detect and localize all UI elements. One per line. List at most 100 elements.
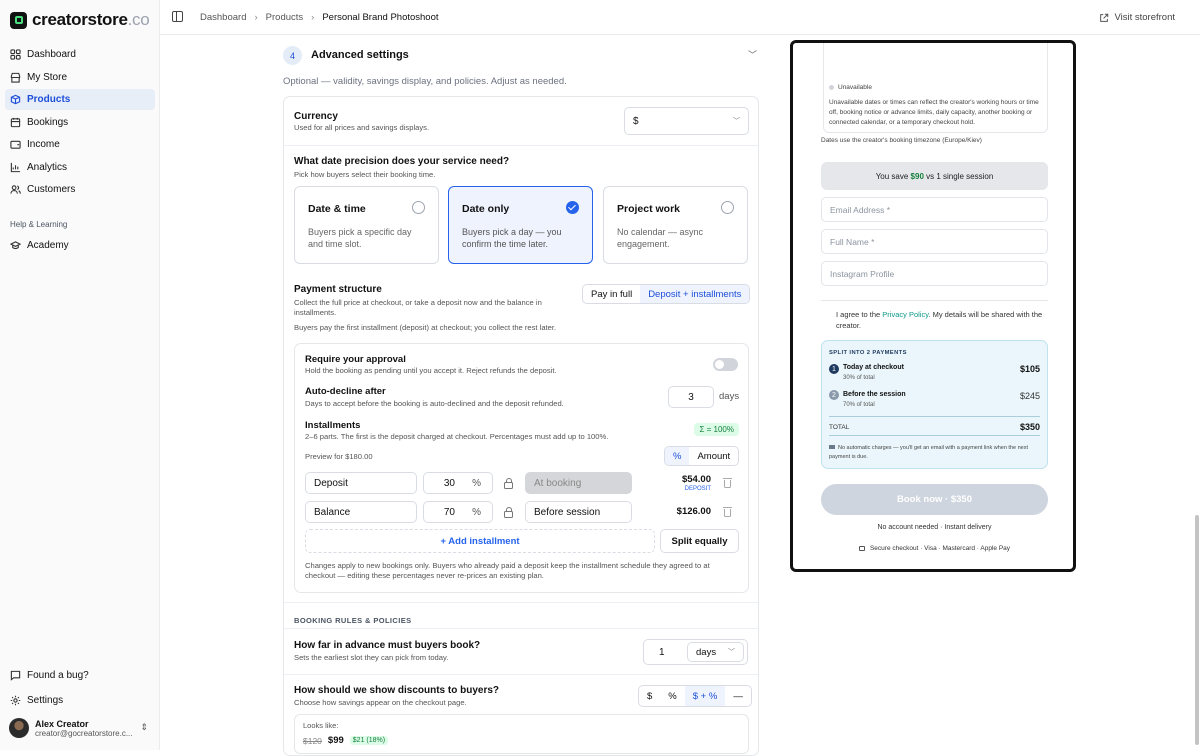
sidebar-item-income[interactable]: Income [5, 134, 155, 155]
privacy-policy-link[interactable]: Privacy Policy [882, 310, 928, 319]
radio-icon [721, 201, 734, 214]
no-account-note: No account needed · Instant delivery [877, 524, 992, 531]
lock-icon [858, 546, 865, 551]
sidebar-item-label: Income [27, 139, 60, 150]
sidebar-item-dashboard[interactable]: Dashboard [5, 44, 155, 65]
precision-option-project-work[interactable]: Project work No calendar — async engagem… [603, 186, 748, 264]
sidebar-item-customers[interactable]: Customers [5, 179, 155, 200]
breadcrumb: Dashboard › Products › Personal Brand Phot… [200, 12, 439, 23]
precision-help: Pick how buyers select their booking tim… [294, 170, 436, 179]
payment-1-amount: $105 [1019, 364, 1040, 374]
split-title: SPLIT INTO 2 PAYMENTS [829, 350, 907, 356]
precision-label: What date precision does your service ne… [294, 156, 510, 167]
email-field[interactable]: Email Address * [821, 197, 1048, 222]
breadcrumb-dashboard[interactable]: Dashboard [200, 12, 246, 23]
installment-when-select[interactable]: Before session [525, 501, 632, 523]
approval-toggle[interactable] [713, 358, 738, 371]
savings-text: vs 1 single session [923, 171, 994, 181]
book-now-button[interactable]: Book now · $350 [821, 484, 1048, 515]
percent-sign: % [472, 506, 481, 518]
rules-section-heading: BOOKING RULES & POLICIES [294, 616, 412, 625]
sidebar: creatorstore.co Dashboard My Store Produ… [0, 0, 160, 750]
timezone-note: Dates use the creator's booking timezone… [821, 137, 982, 144]
deposit-installments-option[interactable]: Deposit + installments [640, 285, 750, 303]
add-installment-button[interactable]: + Add installment [305, 529, 655, 553]
advance-unit-select[interactable]: days ﹀ [687, 642, 744, 662]
installment-when: At booking [534, 477, 582, 489]
option-desc: No calendar — async engagement. [617, 227, 704, 249]
privacy-consent[interactable]: I agree to the Privacy Policy. My detail… [836, 309, 1048, 331]
external-link-icon [1100, 13, 1109, 22]
total-amount: $350 [1019, 422, 1040, 432]
grid-icon [10, 49, 21, 60]
step-description: Optional — validity, savings display, an… [283, 76, 567, 87]
discount-option-none[interactable]: — [725, 686, 751, 706]
installment-name-input[interactable]: Balance [305, 501, 417, 523]
visit-storefront-link[interactable]: Visit storefront [1099, 12, 1175, 23]
advanced-settings-card: Currency Used for all prices and savings… [283, 96, 759, 756]
breadcrumb-products[interactable]: Products [266, 12, 304, 23]
avatar [9, 718, 29, 738]
sidebar-item-bookings[interactable]: Bookings [5, 112, 155, 133]
payment-label: Payment structure [294, 284, 382, 295]
unavailable-dot-icon [829, 85, 834, 90]
installment-panel: Require your approval Hold the booking a… [294, 343, 749, 593]
installment-name: Balance [314, 506, 351, 518]
step-1-badge: 1 [829, 364, 839, 374]
option-title: Project work [617, 203, 681, 215]
discount-option-dollar[interactable]: $ [639, 686, 660, 706]
percent-mode-option[interactable]: % [665, 447, 690, 465]
installment-name-input[interactable]: Deposit [305, 472, 417, 494]
divider [284, 602, 758, 603]
discount-option-both[interactable]: $ + % [684, 686, 726, 706]
sidebar-item-label: Products [27, 94, 71, 105]
sidebar-item-my-store[interactable]: My Store [5, 67, 155, 88]
user-name: Alex Creator [35, 718, 89, 729]
pay-in-full-option[interactable]: Pay in full [583, 285, 640, 303]
approval-label: Require your approval [305, 354, 406, 365]
advance-value[interactable]: 1 [659, 647, 665, 658]
user-menu[interactable]: Alex Creator creator@gocreatorstore.c...… [9, 718, 154, 738]
payment-2-label: Before the session [843, 391, 906, 398]
installment-percent-input[interactable]: 70 % [423, 501, 493, 523]
sidebar-toggle-icon[interactable] [172, 11, 183, 22]
precision-option-date-time[interactable]: Date & time Buyers pick a specific day a… [294, 186, 439, 264]
new-price: $99 [327, 735, 344, 746]
sidebar-item-settings[interactable]: Settings [5, 690, 155, 711]
scrollbar-thumb[interactable] [1195, 515, 1199, 745]
sidebar-item-products[interactable]: Products [5, 89, 155, 110]
lock-icon[interactable] [504, 507, 513, 518]
radio-icon [412, 201, 425, 214]
trash-icon[interactable] [723, 507, 732, 517]
precision-option-date-only[interactable]: Date only Buyers pick a day — you confir… [448, 186, 593, 264]
sidebar-item-bug[interactable]: Found a bug? [5, 665, 155, 686]
sidebar-item-analytics[interactable]: Analytics [5, 157, 155, 178]
chevron-down-icon[interactable]: ﹀ [748, 48, 757, 61]
storefront-preview: Unavailable Unavailable dates or times c… [790, 40, 1076, 572]
instagram-field[interactable]: Instagram Profile [821, 261, 1048, 286]
sidebar-item-academy[interactable]: Academy [5, 235, 155, 256]
auto-charge-text: No automatic charges — you'll get an ema… [829, 445, 1028, 460]
step-header[interactable]: 4 Advanced settings ﹀ [283, 46, 759, 66]
installments-footnote: Changes apply to new bookings only. Buye… [305, 561, 710, 580]
divider [284, 145, 758, 146]
option-desc: Buyers pick a specific day and time slot… [308, 227, 412, 249]
discount-display-toggle: $ % $ + % — [638, 685, 752, 707]
amount-mode-option[interactable]: Amount [689, 447, 738, 465]
payment-structure-toggle: Pay in full Deposit + installments [582, 284, 751, 304]
full-name-field[interactable]: Full Name * [821, 229, 1048, 254]
trash-icon[interactable] [723, 478, 732, 488]
brand-logo[interactable]: creatorstore.co [10, 10, 150, 30]
savings-banner: You save $90 vs 1 single session [821, 162, 1048, 190]
message-icon [10, 670, 21, 681]
installment-percent-input[interactable]: 30 % [423, 472, 493, 494]
split-equally-button[interactable]: Split equally [660, 529, 739, 553]
currency-select[interactable]: $ ﹀ [624, 107, 749, 135]
brand-name: creatorstore [32, 10, 128, 29]
savings-badge: $21 (18%) [349, 736, 389, 745]
lock-icon[interactable] [504, 478, 513, 489]
autodecline-input[interactable]: 3 [668, 386, 714, 408]
secure-checkout: Secure checkout · Visa · Mastercard · Ap… [821, 545, 1048, 552]
savings-amount: $90 [910, 171, 924, 181]
discount-option-percent[interactable]: % [660, 686, 684, 706]
